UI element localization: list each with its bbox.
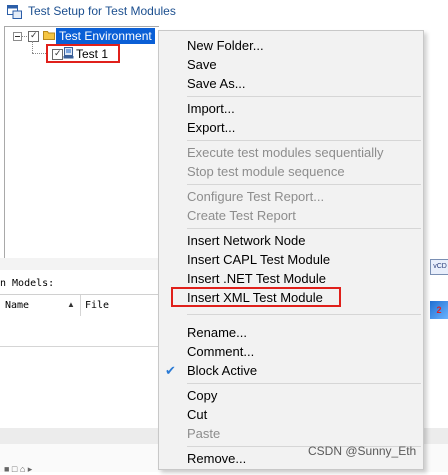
sort-ascending-icon: ▲ (67, 300, 75, 309)
xml-module-highlight (171, 287, 341, 307)
vcd-badge-icon[interactable]: vCD (430, 259, 448, 275)
window-title: Test Setup for Test Modules (28, 4, 176, 18)
tree-node-test-1-highlight[interactable]: ✓ Test 1 (46, 44, 120, 63)
menu-separator (187, 314, 421, 315)
menu-item-paste[interactable]: Paste (159, 424, 423, 443)
menu-item-stop-sequence[interactable]: Stop test module sequence (159, 162, 423, 181)
menu-item-save-as[interactable]: Save As... (159, 74, 423, 93)
menu-item-new-folder[interactable]: New Folder... (159, 36, 423, 55)
menu-item-comment[interactable]: Comment... (159, 342, 423, 361)
check-mark-icon: ✓ (54, 48, 62, 58)
column-header-name[interactable]: Name (5, 300, 29, 311)
models-table-body[interactable] (0, 316, 158, 347)
blue-app-icon[interactable]: 2 (430, 301, 448, 319)
collapse-expander[interactable] (13, 32, 22, 41)
menu-item-block-active[interactable]: ✔ Block Active (159, 361, 423, 380)
models-section-label: n Models: (0, 278, 55, 289)
panel-gap (0, 258, 158, 270)
menu-item-configure-report[interactable]: Configure Test Report... (159, 187, 423, 206)
menu-separator (187, 228, 421, 229)
column-header-file[interactable]: File (85, 300, 109, 311)
tree-connector-vertical (32, 41, 33, 53)
check-mark-icon: ✔ (165, 363, 176, 378)
check-mark-icon: ✓ (30, 30, 38, 40)
watermark-text: CSDN @Sunny_Eth (308, 444, 417, 458)
root-checkbox[interactable]: ✓ (28, 30, 39, 42)
models-table-header: Name ▲ File (0, 294, 158, 347)
menu-item-execute-sequentially[interactable]: Execute test modules sequentially (159, 143, 423, 162)
menu-item-copy[interactable]: Copy (159, 386, 423, 405)
toolbar-icons[interactable]: ■ □ ⌂ ▸ (4, 464, 32, 475)
menu-separator (187, 383, 421, 384)
menu-item-export[interactable]: Export... (159, 118, 423, 137)
menu-separator (187, 96, 421, 97)
tree-connector (22, 36, 27, 37)
tree-node-test-1: Test 1 (76, 47, 109, 61)
menu-item-insert-net-module[interactable]: Insert .NET Test Module (159, 269, 423, 288)
menu-item-create-report[interactable]: Create Test Report (159, 206, 423, 225)
window-title-bar: Test Setup for Test Modules (0, 0, 448, 24)
test-setup-icon (7, 5, 22, 19)
menu-item-cut[interactable]: Cut (159, 405, 423, 424)
test-module-icon (63, 47, 74, 59)
menu-item-import[interactable]: Import... (159, 99, 423, 118)
context-menu: New Folder... Save Save As... Import... … (158, 30, 424, 470)
menu-item-insert-capl-module[interactable]: Insert CAPL Test Module (159, 250, 423, 269)
tree-connector-child (32, 53, 46, 54)
folder-icon (43, 31, 55, 40)
test-tree-panel[interactable]: ✓ Test Environment ✓ Test 1 (4, 26, 159, 260)
tree-node-test-environment[interactable]: Test Environment (56, 28, 155, 44)
child-checkbox[interactable]: ✓ (52, 48, 63, 60)
menu-separator (187, 184, 421, 185)
menu-item-save[interactable]: Save (159, 55, 423, 74)
menu-item-rename[interactable]: Rename... (159, 323, 423, 342)
menu-separator (187, 140, 421, 141)
menu-item-insert-network-node[interactable]: Insert Network Node (159, 231, 423, 250)
